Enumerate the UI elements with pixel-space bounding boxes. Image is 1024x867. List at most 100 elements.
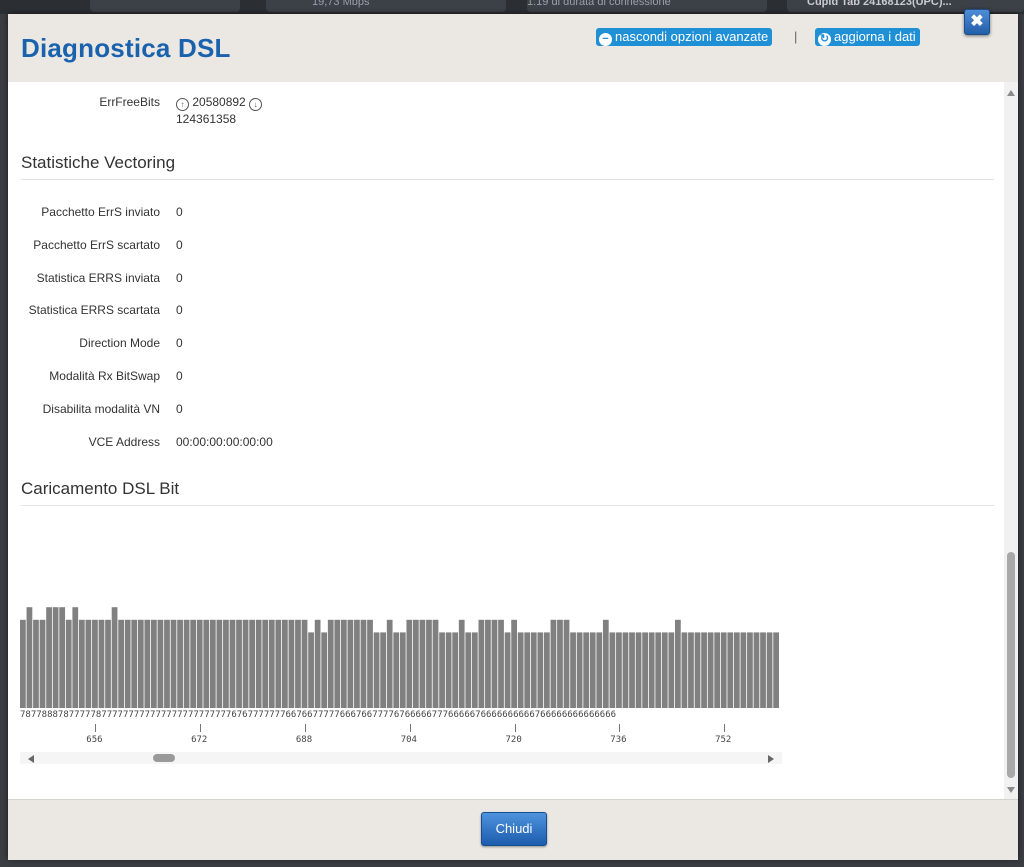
bit-bar: [59, 607, 66, 708]
scroll-down-arrow-icon[interactable]: [1007, 787, 1015, 793]
dialog-header: Diagnostica DSL − nascondi opzioni avanza…: [8, 9, 1018, 82]
tick-mark: [619, 724, 621, 732]
bit-bar: [39, 619, 46, 708]
vectoring-row-label: Pacchetto ErrS scartato: [33, 238, 160, 252]
bit-bar: [544, 632, 550, 708]
vectoring-row-value: 0: [176, 238, 183, 252]
section-divider: [21, 179, 994, 180]
bitloading-section-title: Caricamento DSL Bit: [21, 479, 180, 498]
vectoring-row-label: Pacchetto ErrS inviato: [41, 205, 160, 219]
chart-horizontal-scrollbar[interactable]: [20, 752, 782, 764]
tick-mark: [409, 724, 411, 732]
background-text: 1:19 di durata di connessione: [527, 0, 671, 8]
bit-bar: [504, 632, 511, 708]
tick-label: 656: [86, 735, 103, 745]
bit-bar: [177, 619, 183, 708]
bit-bar: [308, 632, 314, 708]
bit-bar: [347, 619, 354, 708]
bit-bar: [360, 619, 367, 708]
bit-bar: [78, 619, 85, 708]
vectoring-row-value: 0: [176, 402, 183, 416]
dialog-body[interactable]: ErrFreeBits ↑ 20580892 ↓ 124361358 Stati…: [8, 82, 1018, 799]
bit-bar: [340, 619, 347, 708]
minus-circle-icon: −: [599, 33, 612, 46]
bit-bar: [517, 632, 524, 708]
tick-mark: [200, 724, 202, 732]
bit-bar: [20, 619, 26, 708]
bit-bar: [282, 619, 288, 708]
close-button[interactable]: Chiudi: [481, 812, 547, 846]
download-arrow-icon: ↓: [249, 98, 263, 111]
bit-bar: [688, 632, 694, 708]
bit-bar: [668, 632, 675, 708]
bit-bar: [550, 619, 557, 708]
bit-bar: [105, 619, 111, 708]
bit-bar: [563, 619, 570, 708]
scroll-thumb[interactable]: [153, 754, 175, 762]
bit-bar: [570, 632, 576, 708]
bit-bar: [144, 619, 151, 708]
bit-bar: [648, 632, 655, 708]
bit-bar: [209, 619, 216, 708]
tick-mark: [514, 724, 516, 732]
dialog-vertical-scrollbar[interactable]: [1004, 82, 1018, 799]
bit-bar: [151, 619, 157, 708]
bit-bar: [399, 632, 406, 708]
tick-mark: [95, 724, 97, 732]
vectoring-row-label: Statistica ERRS inviata: [36, 271, 160, 285]
bit-bar: [386, 619, 393, 708]
bitloading-bars: [20, 607, 779, 708]
bit-bar: [190, 619, 197, 708]
bit-bar: [720, 632, 727, 708]
bit-bar: [707, 632, 714, 708]
bit-bar: [26, 607, 33, 708]
bit-bar: [131, 619, 138, 708]
background-tile: [90, 0, 240, 12]
scroll-right-arrow-icon[interactable]: [768, 755, 774, 763]
bit-bar: [753, 632, 760, 708]
upload-arrow-icon: ↑: [176, 98, 189, 111]
bit-bar: [393, 632, 400, 708]
bit-bar: [445, 632, 452, 708]
scroll-left-arrow-icon[interactable]: [28, 755, 34, 763]
background-text: Cupid Tab 24168123(UPC)...: [807, 0, 952, 8]
bit-bar: [747, 632, 753, 708]
bit-bar: [249, 619, 255, 708]
dsl-diagnostics-dialog: Diagnostica DSL − nascondi opzioni avanza…: [8, 9, 1018, 860]
close-icon[interactable]: ✖: [964, 9, 990, 35]
bit-bar: [714, 632, 721, 708]
tick-mark: [724, 724, 726, 732]
bit-bar: [635, 632, 642, 708]
bit-bar: [373, 632, 380, 708]
bit-bar: [609, 632, 616, 708]
hide-advanced-options-button[interactable]: − nascondi opzioni avanzate: [596, 28, 773, 46]
refresh-icon: ↻: [818, 33, 831, 46]
bit-bar: [557, 619, 563, 708]
refresh-data-button[interactable]: ↻ aggiorna i dati: [815, 28, 920, 46]
bit-bar: [118, 619, 124, 708]
bit-bar: [268, 619, 275, 708]
vectoring-row-label: Statistica ERRS scartata: [28, 303, 160, 317]
errfreebits-label: ErrFreeBits: [99, 95, 160, 109]
background-app-strip: 19,73 Mbps 1:19 di durata di connessione…: [0, 0, 1024, 14]
bit-bar: [137, 619, 144, 708]
hide-advanced-options-label: nascondi opzioni avanzate: [615, 29, 769, 44]
bit-bar: [164, 619, 170, 708]
vectoring-row-value: 0: [176, 369, 183, 383]
bit-bar: [183, 619, 190, 708]
scroll-thumb[interactable]: [1007, 552, 1015, 778]
bit-bar: [465, 632, 472, 708]
background-text: 19,73 Mbps: [312, 0, 370, 8]
bit-bar: [262, 619, 269, 708]
scroll-up-arrow-icon[interactable]: [1007, 90, 1015, 96]
bit-bar: [406, 619, 413, 708]
bit-bar: [432, 619, 439, 708]
bit-bar: [530, 632, 537, 708]
bit-bar: [255, 619, 262, 708]
bit-bar: [314, 619, 321, 708]
vectoring-row-label: Disabilita modalità VN: [42, 402, 160, 416]
vectoring-row-label: VCE Address: [88, 435, 160, 449]
background-tile: 1:19 di durata di connessione: [527, 0, 767, 12]
bit-bar: [629, 632, 635, 708]
bit-bar: [275, 619, 282, 708]
